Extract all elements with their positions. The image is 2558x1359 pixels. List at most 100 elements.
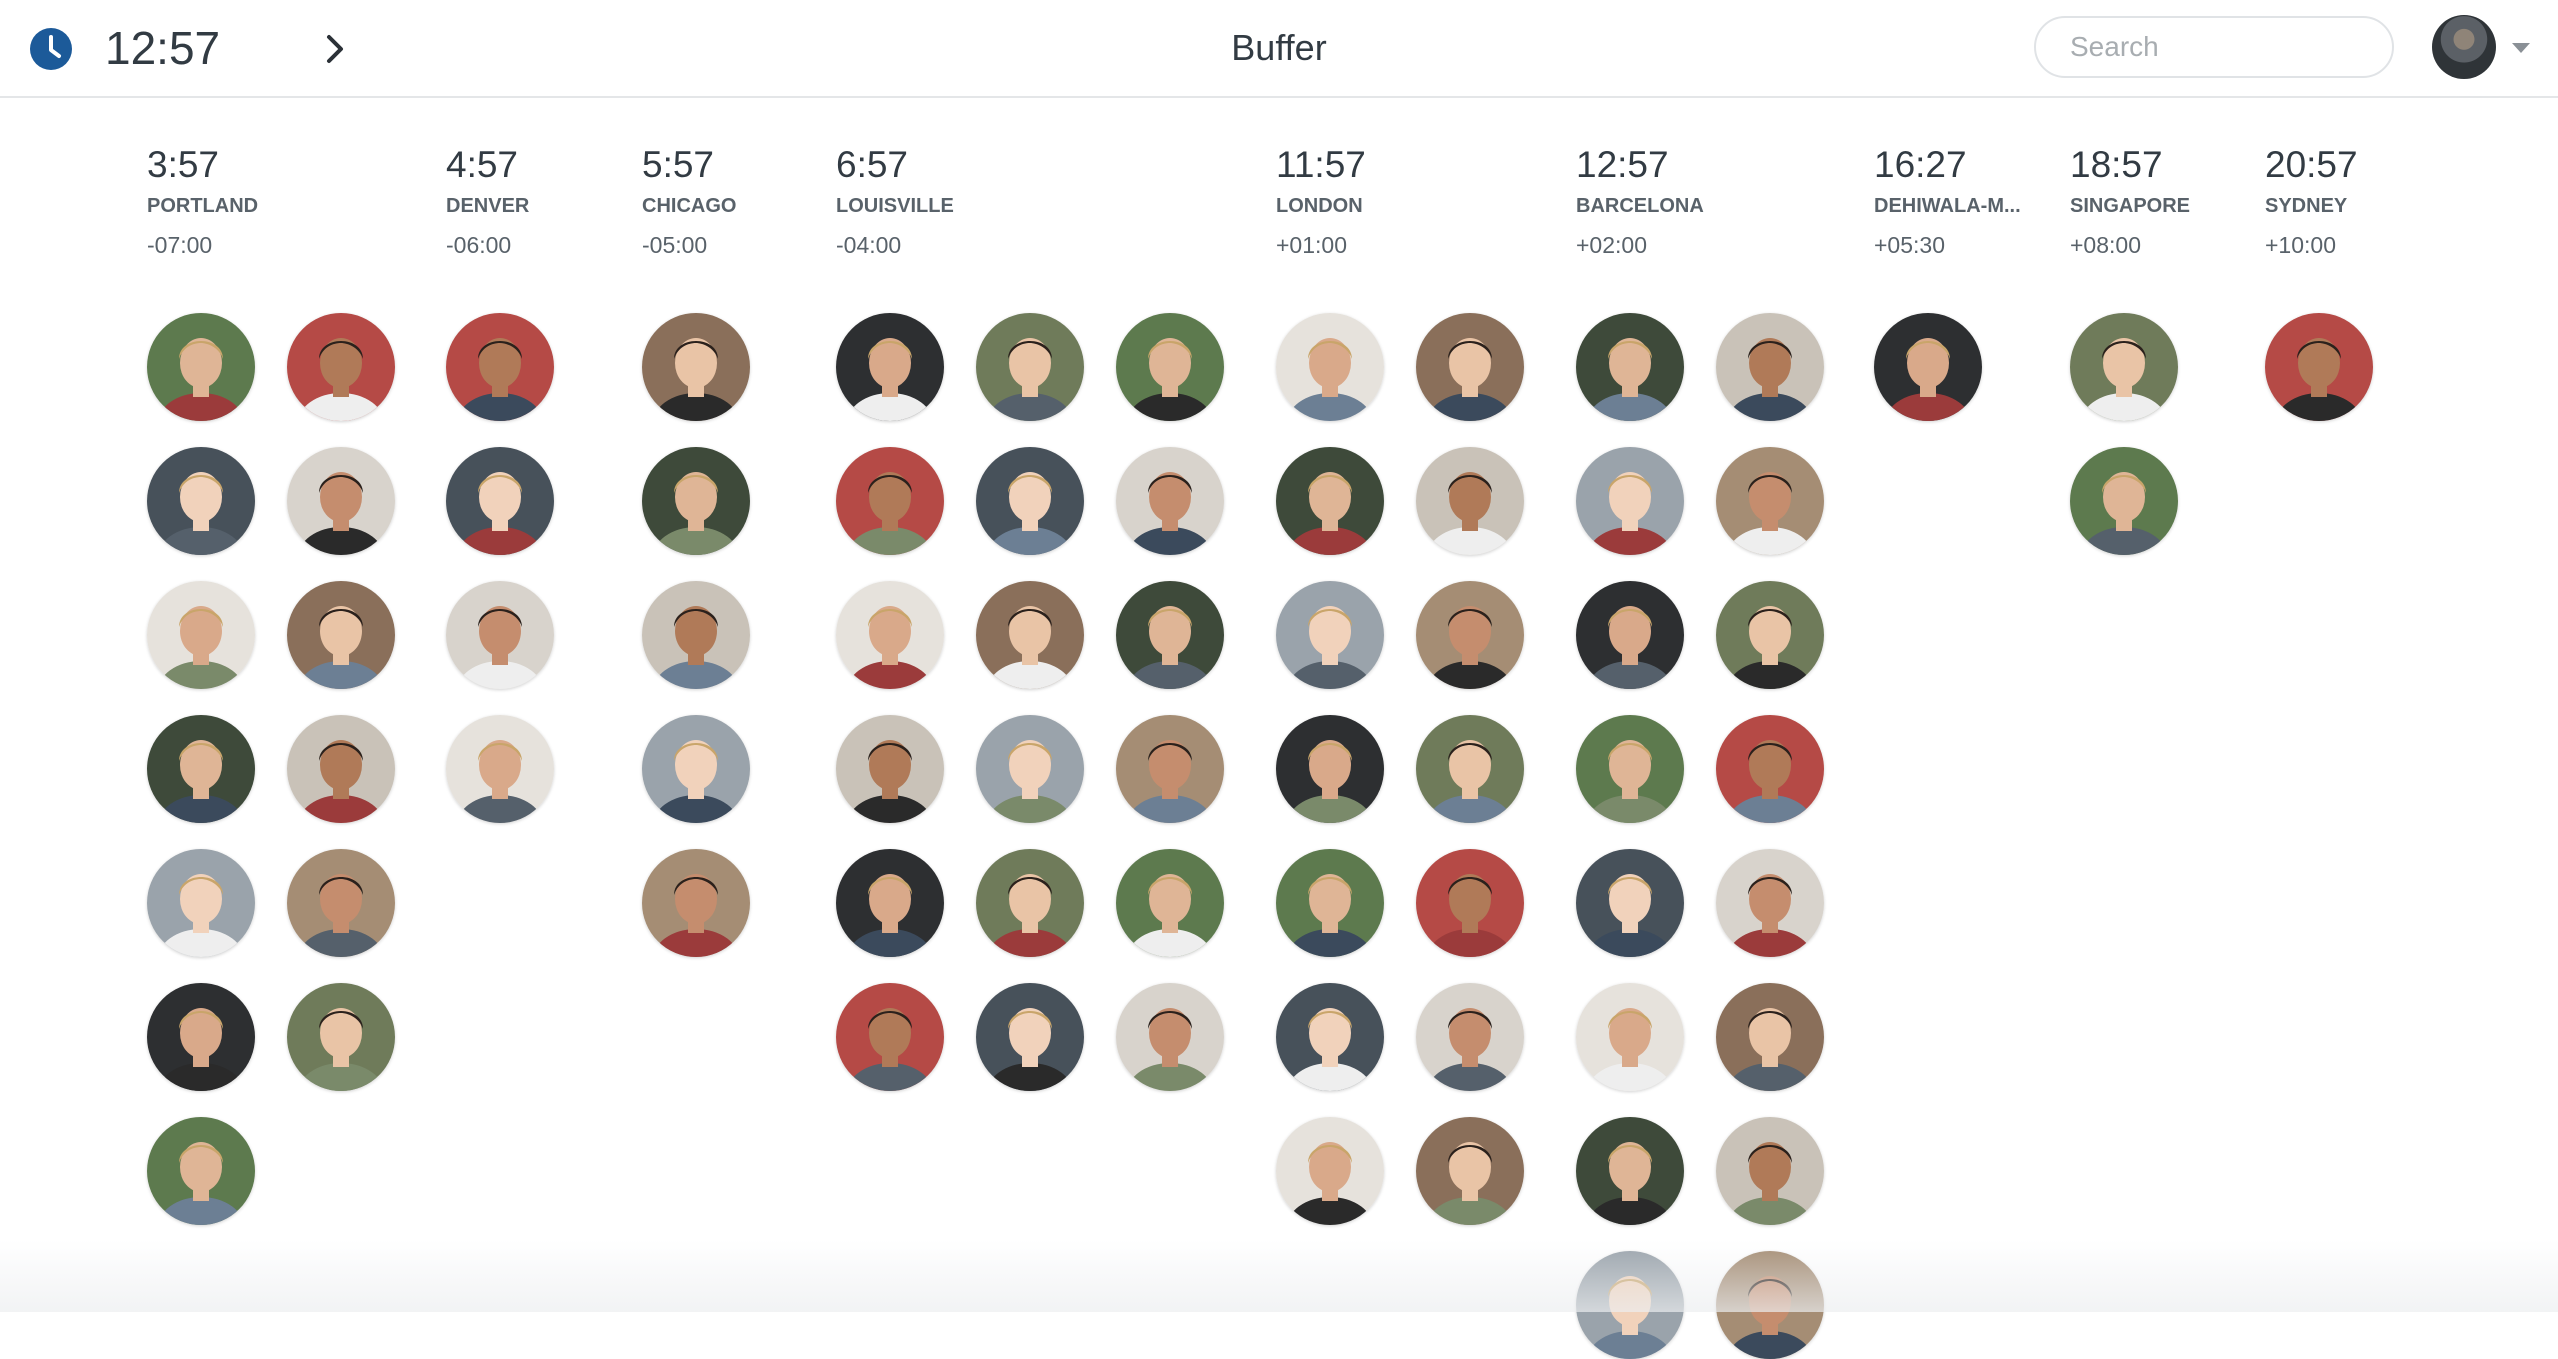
team-member-avatar[interactable] <box>446 581 554 689</box>
team-member-avatar[interactable] <box>1874 313 1982 421</box>
team-member-avatar[interactable] <box>1276 1117 1384 1225</box>
team-member-avatar[interactable] <box>1716 849 1824 957</box>
team-member-avatar[interactable] <box>1416 1117 1524 1225</box>
team-member-avatar[interactable] <box>1276 849 1384 957</box>
scroll-fade <box>0 1240 2558 1312</box>
member-grid-london <box>1276 313 1524 1225</box>
team-member-avatar[interactable] <box>976 715 1084 823</box>
team-member-avatar[interactable] <box>287 849 395 957</box>
team-member-avatar[interactable] <box>2070 447 2178 555</box>
search-input[interactable] <box>2034 16 2394 78</box>
team-member-avatar[interactable] <box>446 313 554 421</box>
team-member-avatar[interactable] <box>836 581 944 689</box>
team-member-avatar[interactable] <box>642 715 750 823</box>
timezone-city: PORTLAND <box>147 195 259 217</box>
timezone-time: 12:57 <box>1576 144 1669 185</box>
team-member-avatar[interactable] <box>2070 313 2178 421</box>
team-member-avatar[interactable] <box>1116 447 1224 555</box>
team-member-avatar[interactable] <box>287 715 395 823</box>
team-member-avatar[interactable] <box>1716 581 1824 689</box>
team-member-avatar[interactable] <box>147 313 255 421</box>
team-member-avatar[interactable] <box>1716 313 1824 421</box>
team-member-avatar[interactable] <box>1576 1117 1684 1225</box>
team-member-avatar[interactable] <box>147 1117 255 1225</box>
team-member-avatar[interactable] <box>1576 983 1684 1091</box>
timezone-city: BARCELONA <box>1576 195 1704 217</box>
timezone-header-singapore: 18:57 SINGAPORE +08:00 <box>2070 140 2190 260</box>
team-member-avatar[interactable] <box>1576 581 1684 689</box>
team-member-avatar[interactable] <box>147 849 255 957</box>
member-grid-chicago <box>642 313 750 957</box>
team-member-avatar[interactable] <box>836 313 944 421</box>
team-member-avatar[interactable] <box>976 581 1084 689</box>
team-member-avatar[interactable] <box>1276 715 1384 823</box>
chevron-down-icon[interactable] <box>2512 43 2530 53</box>
timezone-time: 4:57 <box>446 144 519 185</box>
timezone-offset: -07:00 <box>147 232 213 258</box>
team-member-avatar[interactable] <box>1416 313 1524 421</box>
timezone-header-london: 11:57 LONDON +01:00 <box>1276 140 1366 260</box>
team-member-avatar[interactable] <box>1116 715 1224 823</box>
team-member-avatar[interactable] <box>1416 447 1524 555</box>
team-member-avatar[interactable] <box>1576 849 1684 957</box>
team-member-avatar[interactable] <box>2265 313 2373 421</box>
team-member-avatar[interactable] <box>1416 849 1524 957</box>
team-member-avatar[interactable] <box>147 715 255 823</box>
team-member-avatar[interactable] <box>1576 313 1684 421</box>
team-member-avatar[interactable] <box>287 983 395 1091</box>
team-member-avatar[interactable] <box>287 447 395 555</box>
team-member-avatar[interactable] <box>1576 715 1684 823</box>
avatar[interactable] <box>2432 15 2496 79</box>
team-member-avatar[interactable] <box>287 581 395 689</box>
team-member-avatar[interactable] <box>642 447 750 555</box>
timezone-header-portland: 3:57 PORTLAND -07:00 <box>147 140 258 260</box>
member-grid-barcelona <box>1576 313 1824 1359</box>
team-member-avatar[interactable] <box>976 849 1084 957</box>
chevron-right-icon[interactable] <box>320 30 350 68</box>
team-member-avatar[interactable] <box>1716 1251 1824 1359</box>
team-member-avatar[interactable] <box>1276 983 1384 1091</box>
team-member-avatar[interactable] <box>1416 983 1524 1091</box>
team-member-avatar[interactable] <box>446 715 554 823</box>
team-member-avatar[interactable] <box>1416 581 1524 689</box>
team-member-avatar[interactable] <box>976 983 1084 1091</box>
timezone-city: DENVER <box>446 195 530 217</box>
team-member-avatar[interactable] <box>1116 983 1224 1091</box>
team-member-avatar[interactable] <box>1276 447 1384 555</box>
team-member-avatar[interactable] <box>1116 313 1224 421</box>
team-member-avatar[interactable] <box>976 313 1084 421</box>
team-member-avatar[interactable] <box>446 447 554 555</box>
team-member-avatar[interactable] <box>1116 581 1224 689</box>
team-member-avatar[interactable] <box>1276 313 1384 421</box>
team-member-avatar[interactable] <box>147 983 255 1091</box>
team-member-avatar[interactable] <box>836 715 944 823</box>
team-member-avatar[interactable] <box>976 447 1084 555</box>
team-member-avatar[interactable] <box>1116 849 1224 957</box>
team-member-avatar[interactable] <box>1716 1117 1824 1225</box>
team-member-avatar[interactable] <box>642 849 750 957</box>
team-member-avatar[interactable] <box>147 581 255 689</box>
timezone-offset: -04:00 <box>836 232 902 258</box>
team-member-avatar[interactable] <box>836 447 944 555</box>
timezone-offset: +02:00 <box>1576 232 1647 258</box>
team-member-avatar[interactable] <box>1576 1251 1684 1359</box>
timezone-offset: +08:00 <box>2070 232 2141 258</box>
team-member-avatar[interactable] <box>836 849 944 957</box>
timezone-header-chicago: 5:57 CHICAGO -05:00 <box>642 140 736 260</box>
member-grid-portland <box>147 313 395 1225</box>
team-member-avatar[interactable] <box>642 581 750 689</box>
team-member-avatar[interactable] <box>1716 447 1824 555</box>
team-member-avatar[interactable] <box>836 983 944 1091</box>
user-menu[interactable] <box>2432 15 2532 83</box>
team-member-avatar[interactable] <box>1716 715 1824 823</box>
team-member-avatar[interactable] <box>1576 447 1684 555</box>
team-member-avatar[interactable] <box>1416 715 1524 823</box>
member-grid-sydney <box>2265 313 2373 421</box>
team-member-avatar[interactable] <box>287 313 395 421</box>
team-member-avatar[interactable] <box>1716 983 1824 1091</box>
team-member-avatar[interactable] <box>642 313 750 421</box>
current-time: 12:57 <box>105 22 221 74</box>
team-member-avatar[interactable] <box>1276 581 1384 689</box>
timezone-city: LONDON <box>1276 195 1363 217</box>
team-member-avatar[interactable] <box>147 447 255 555</box>
